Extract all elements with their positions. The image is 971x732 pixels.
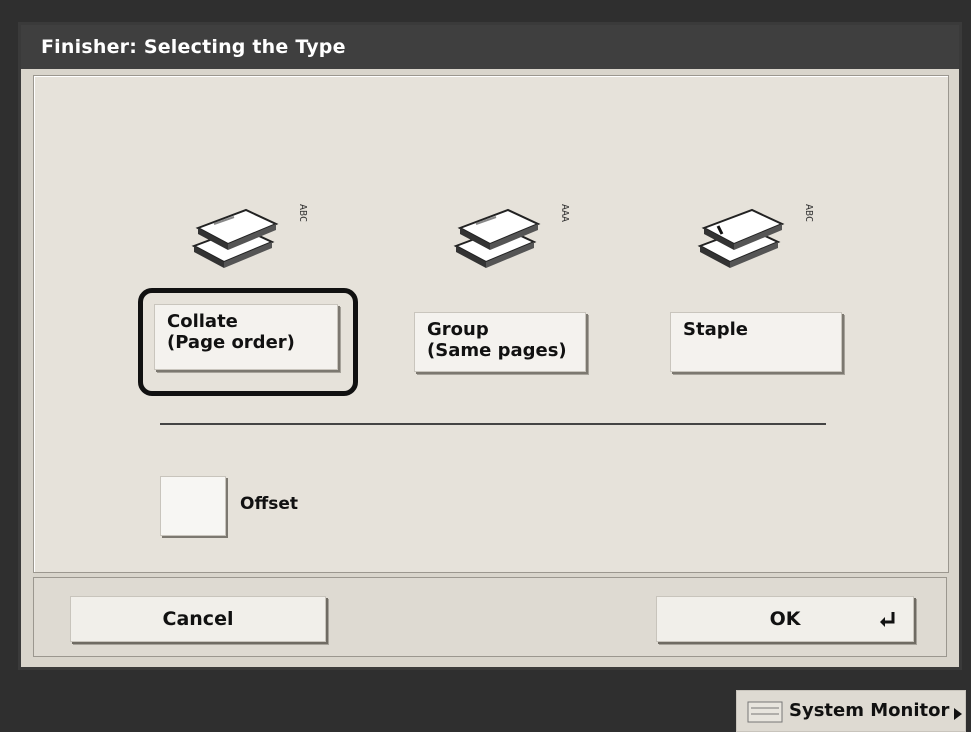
svg-text:AAA: AAA [559,204,570,222]
staple-option: ABC ABC Staple [670,188,870,388]
finisher-dialog: Finisher: Selecting the Type ABC ABC Col… [18,22,962,670]
collate-option: ABC ABC Collate (Page order) [138,188,358,396]
collate-stack-icon: ABC ABC [172,204,308,268]
ok-button[interactable]: OK [656,596,914,642]
svg-text:BBB: BBB [434,244,437,262]
ok-label: OK [769,608,801,630]
dialog-title: Finisher: Selecting the Type [41,36,346,58]
return-icon [880,612,895,627]
copier-screen: Finisher: Selecting the Type ABC ABC Col… [0,0,971,732]
staple-button[interactable]: Staple [670,312,842,372]
divider [160,423,826,425]
offset-label: Offset [240,494,298,514]
system-monitor-icon [747,701,783,723]
footer-bar: Cancel OK [33,577,947,657]
group-stack-icon: BBB AAA [434,204,570,268]
svg-text:ABC: ABC [297,204,308,222]
system-monitor-button[interactable]: System Monitor [736,690,966,732]
staple-stack-icon: ABC ABC [678,204,814,268]
finisher-options-panel: ABC ABC Collate (Page order) BBB AAA Gro… [33,75,949,573]
title-bar: Finisher: Selecting the Type [21,25,959,69]
svg-text:ABC: ABC [803,204,814,222]
offset-toggle[interactable] [160,476,226,536]
group-option: BBB AAA Group (Same pages) [414,188,614,388]
chevron-right-icon [954,708,962,720]
group-button[interactable]: Group (Same pages) [414,312,586,372]
collate-button[interactable]: Collate (Page order) [154,304,338,370]
svg-text:ABC: ABC [678,244,681,262]
svg-text:ABC: ABC [172,244,175,262]
cancel-label: Cancel [162,608,234,630]
cancel-button[interactable]: Cancel [70,596,326,642]
system-monitor-label: System Monitor [789,700,950,721]
